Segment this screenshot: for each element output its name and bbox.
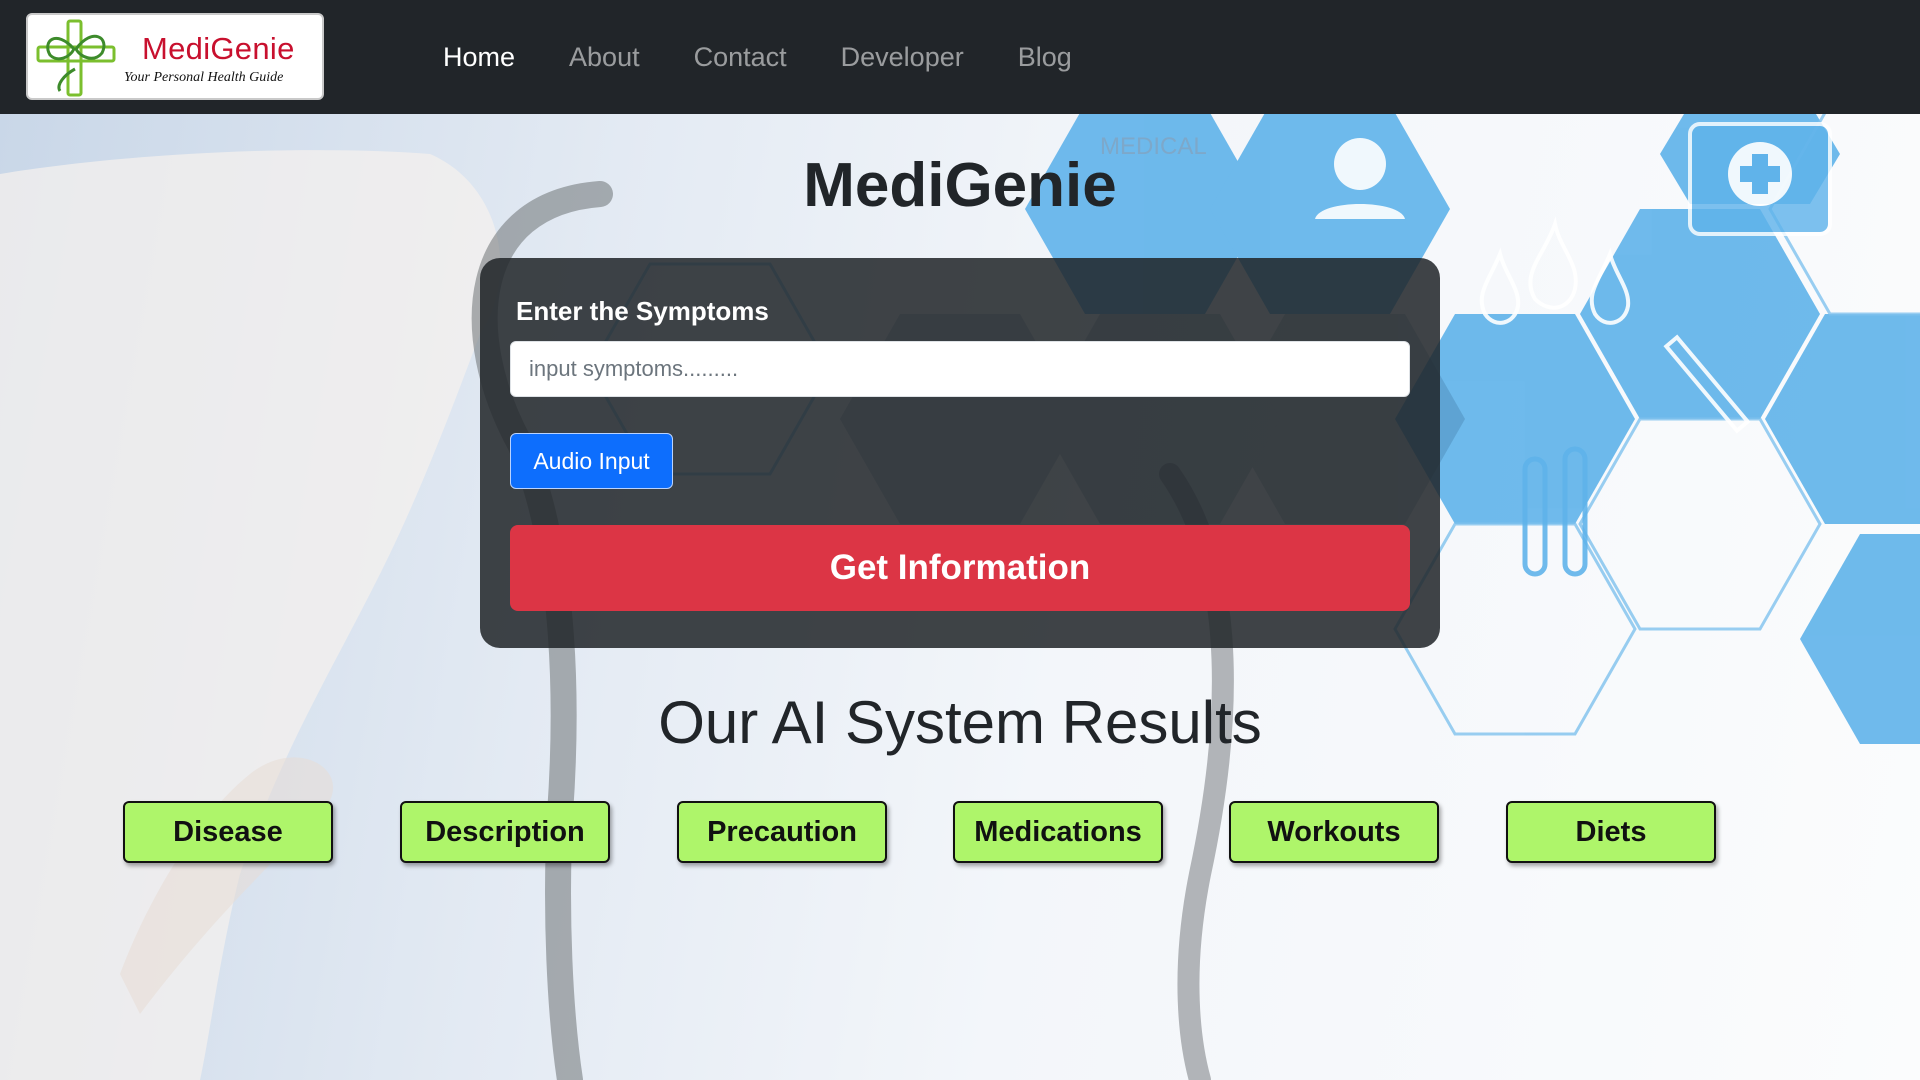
nav-link-contact[interactable]: Contact xyxy=(667,42,814,73)
audio-input-button[interactable]: Audio Input xyxy=(510,433,673,489)
symptoms-label: Enter the Symptoms xyxy=(516,296,769,326)
symptom-form-card: Enter the Symptoms Audio Input Get Infor… xyxy=(480,258,1440,648)
result-medications-button[interactable]: Medications xyxy=(953,801,1163,863)
nav-link-blog[interactable]: Blog xyxy=(991,42,1099,73)
results-title: Our AI System Results xyxy=(658,689,1262,756)
result-precaution-button[interactable]: Precaution xyxy=(677,801,887,863)
symptoms-input[interactable] xyxy=(510,341,1410,397)
nav-link-about[interactable]: About xyxy=(542,42,667,73)
nav-link-developer[interactable]: Developer xyxy=(814,42,991,73)
page-title: MediGenie xyxy=(803,151,1117,220)
result-description-button[interactable]: Description xyxy=(400,801,610,863)
brand-name: MediGenie xyxy=(142,31,295,66)
brand-tagline: Your Personal Health Guide xyxy=(124,70,284,85)
result-diets-button[interactable]: Diets xyxy=(1506,801,1716,863)
brand-logo-link[interactable]: MediGenie Your Personal Health Guide xyxy=(26,13,324,100)
result-workouts-button[interactable]: Workouts xyxy=(1229,801,1439,863)
nav-link-home[interactable]: Home xyxy=(416,42,542,73)
top-navbar: MediGenie Your Personal Health Guide Hom… xyxy=(0,0,1920,114)
get-information-button[interactable]: Get Information xyxy=(510,525,1410,611)
medical-cross-leaf-icon xyxy=(36,19,116,97)
result-disease-button[interactable]: Disease xyxy=(123,801,333,863)
nav-links: Home About Contact Developer Blog xyxy=(416,0,1099,114)
